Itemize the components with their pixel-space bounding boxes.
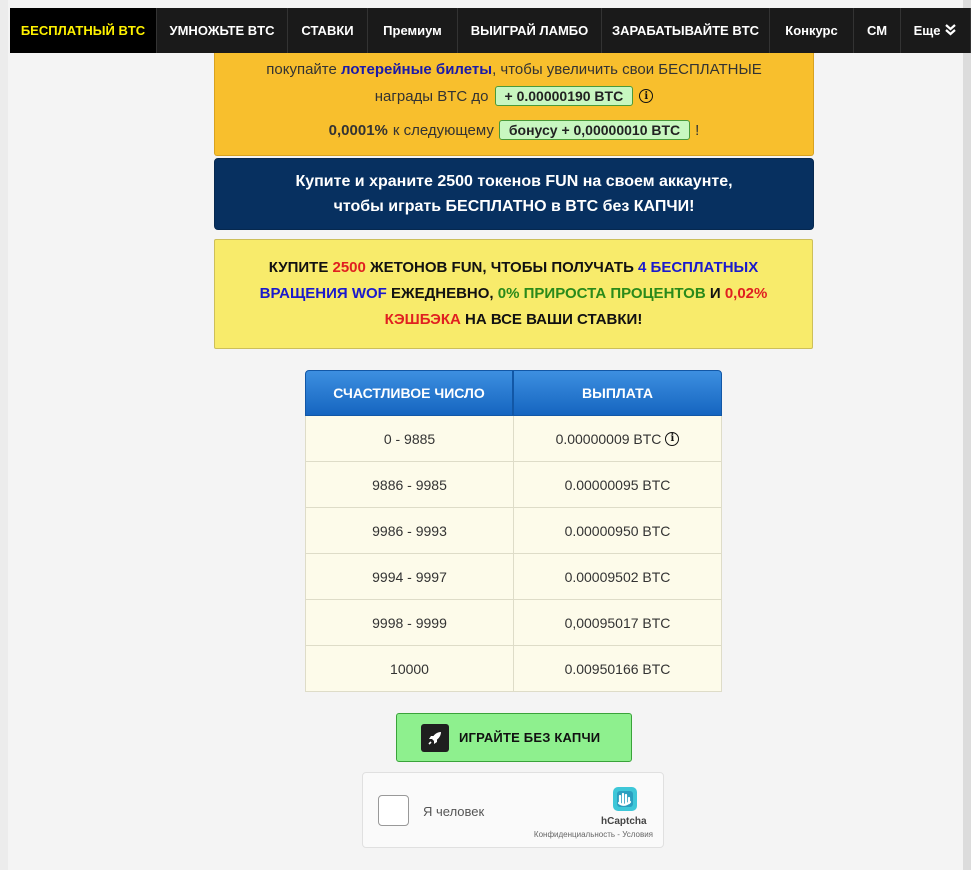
wof-p5: ЕЖЕДНЕВНО, xyxy=(386,285,498,302)
lottery-tickets-link[interactable]: лотерейные билеты xyxy=(341,61,492,78)
table-header-row: СЧАСТЛИВОЕ ЧИСЛО ВЫПЛАТА xyxy=(305,370,722,416)
privacy-link[interactable]: Конфиденциальность xyxy=(534,830,615,839)
nav-contest[interactable]: Конкурс xyxy=(770,8,854,53)
hcaptcha-widget: Я человек hCaptcha Конфиденциальность - … xyxy=(362,772,664,848)
bonus-exclaim: ! xyxy=(695,121,700,139)
bonus-percent: 0,0001% xyxy=(328,121,388,139)
nav-more-label: Еще xyxy=(913,23,941,38)
bonus-pill: бонусу + 0,00000010 BTC xyxy=(498,120,691,140)
rocket-icon xyxy=(421,723,449,752)
scrollbar-track[interactable] xyxy=(963,0,971,870)
wof-p3: ЖЕТОНОВ FUN, ЧТОБЫ ПОЛУЧАТЬ xyxy=(365,259,639,276)
wof-promo-box: КУПИТЕ 2500 ЖЕТОНОВ FUN, ЧТОБЫ ПОЛУЧАТЬ … xyxy=(214,239,813,349)
payout-cell: 0.00000950 BTC xyxy=(513,508,722,554)
hcaptcha-logo-icon xyxy=(609,783,641,820)
captcha-links: Конфиденциальность - Условия xyxy=(534,830,653,839)
captcha-label: Я человек xyxy=(423,804,485,819)
reward-pill: + 0.00000190 BTC xyxy=(494,86,634,106)
wof-p9: НА ВСЕ ВАШИ СТАВКИ! xyxy=(460,311,643,328)
wof-p2: 2500 xyxy=(332,259,366,276)
hcaptcha-brand: hCaptcha xyxy=(601,816,647,827)
play-without-captcha-button[interactable]: ИГРАЙТЕ БЕЗ КАПЧИ xyxy=(396,713,632,762)
terms-link[interactable]: Условия xyxy=(622,830,653,839)
wof-promo-text: КУПИТЕ 2500 ЖЕТОНОВ FUN, ЧТОБЫ ПОЛУЧАТЬ … xyxy=(243,255,784,333)
lottery-line2: награды BTC до + 0.00000190 BTC i xyxy=(215,86,813,106)
payout-table: СЧАСТЛИВОЕ ЧИСЛО ВЫПЛАТА 0 - 9885 0.0000… xyxy=(305,370,722,692)
range-cell: 9986 - 9993 xyxy=(305,508,513,554)
table-row: 10000 0.00950166 BTC xyxy=(305,646,722,692)
header-payout: ВЫПЛАТА xyxy=(513,370,722,416)
lottery-line2-prefix: награды BTC до xyxy=(374,87,489,105)
lottery-line1: покупайте лотерейные билеты, чтобы увели… xyxy=(215,61,813,78)
range-cell: 9994 - 9997 xyxy=(305,554,513,600)
nav-cm[interactable]: СМ xyxy=(854,8,901,53)
lottery-line1-prefix: покупайте xyxy=(266,61,342,78)
top-nav: БЕСПЛАТНЫЙ BTC УМНОЖЬТЕ BTC СТАВКИ Преми… xyxy=(10,8,971,53)
payout-cell: 0.00009502 BTC xyxy=(513,554,722,600)
nav-earn-btc[interactable]: ЗАРАБАТЫВАЙТЕ BTC xyxy=(602,8,770,53)
payout-cell: 0,00095017 BTC xyxy=(513,600,722,646)
nav-multiply-btc[interactable]: УМНОЖЬТЕ BTC xyxy=(157,8,288,53)
info-icon[interactable]: i xyxy=(665,431,680,446)
fun-token-banner: Купите и храните 2500 токенов FUN на сво… xyxy=(214,158,814,230)
nav-free-btc[interactable]: БЕСПЛАТНЫЙ BTC xyxy=(10,8,157,53)
nav-bets[interactable]: СТАВКИ xyxy=(288,8,368,53)
table-row: 9998 - 9999 0,00095017 BTC xyxy=(305,600,722,646)
nav-premium[interactable]: Премиум xyxy=(368,8,458,53)
table-row: 9994 - 9997 0.00009502 BTC xyxy=(305,554,722,600)
payout-cell: 0.00000009 BTC i xyxy=(513,416,722,462)
payout-value: 0.00000009 BTC xyxy=(555,430,662,447)
table-row: 0 - 9885 0.00000009 BTC i xyxy=(305,416,722,462)
lottery-line3: 0,0001% к следующему бонусу + 0,00000010… xyxy=(215,120,813,140)
wof-p6: 0% ПРИРОСТА ПРОЦЕНТОВ xyxy=(497,285,706,302)
header-lucky-number: СЧАСТЛИВОЕ ЧИСЛО xyxy=(305,370,513,416)
nav-win-lambo[interactable]: ВЫИГРАЙ ЛАМБО xyxy=(458,8,602,53)
fun-token-text: Купите и храните 2500 токенов FUN на сво… xyxy=(295,173,733,215)
wof-p7: И xyxy=(705,285,725,302)
payout-cell: 0.00000095 BTC xyxy=(513,462,722,508)
range-cell: 10000 xyxy=(305,646,513,692)
lottery-promo-box: покупайте лотерейные билеты, чтобы увели… xyxy=(214,53,814,156)
nav-more[interactable]: Еще xyxy=(901,8,971,53)
table-row: 9986 - 9993 0.00000950 BTC xyxy=(305,508,722,554)
info-icon[interactable]: i xyxy=(639,89,654,103)
table-row: 9886 - 9985 0.00000095 BTC xyxy=(305,462,722,508)
range-cell: 9886 - 9985 xyxy=(305,462,513,508)
bonus-text: к следующему xyxy=(392,121,494,139)
payout-cell: 0.00950166 BTC xyxy=(513,646,722,692)
range-cell: 9998 - 9999 xyxy=(305,600,513,646)
lottery-line1-suffix: , чтобы увеличить свои БЕСПЛАТНЫЕ xyxy=(492,61,762,78)
wof-p1: КУПИТЕ xyxy=(268,259,333,276)
play-button-label: ИГРАЙТЕ БЕЗ КАПЧИ xyxy=(459,730,601,745)
captcha-checkbox[interactable] xyxy=(378,795,409,826)
range-cell: 0 - 9885 xyxy=(305,416,513,462)
double-chevron-down-icon xyxy=(944,23,957,39)
